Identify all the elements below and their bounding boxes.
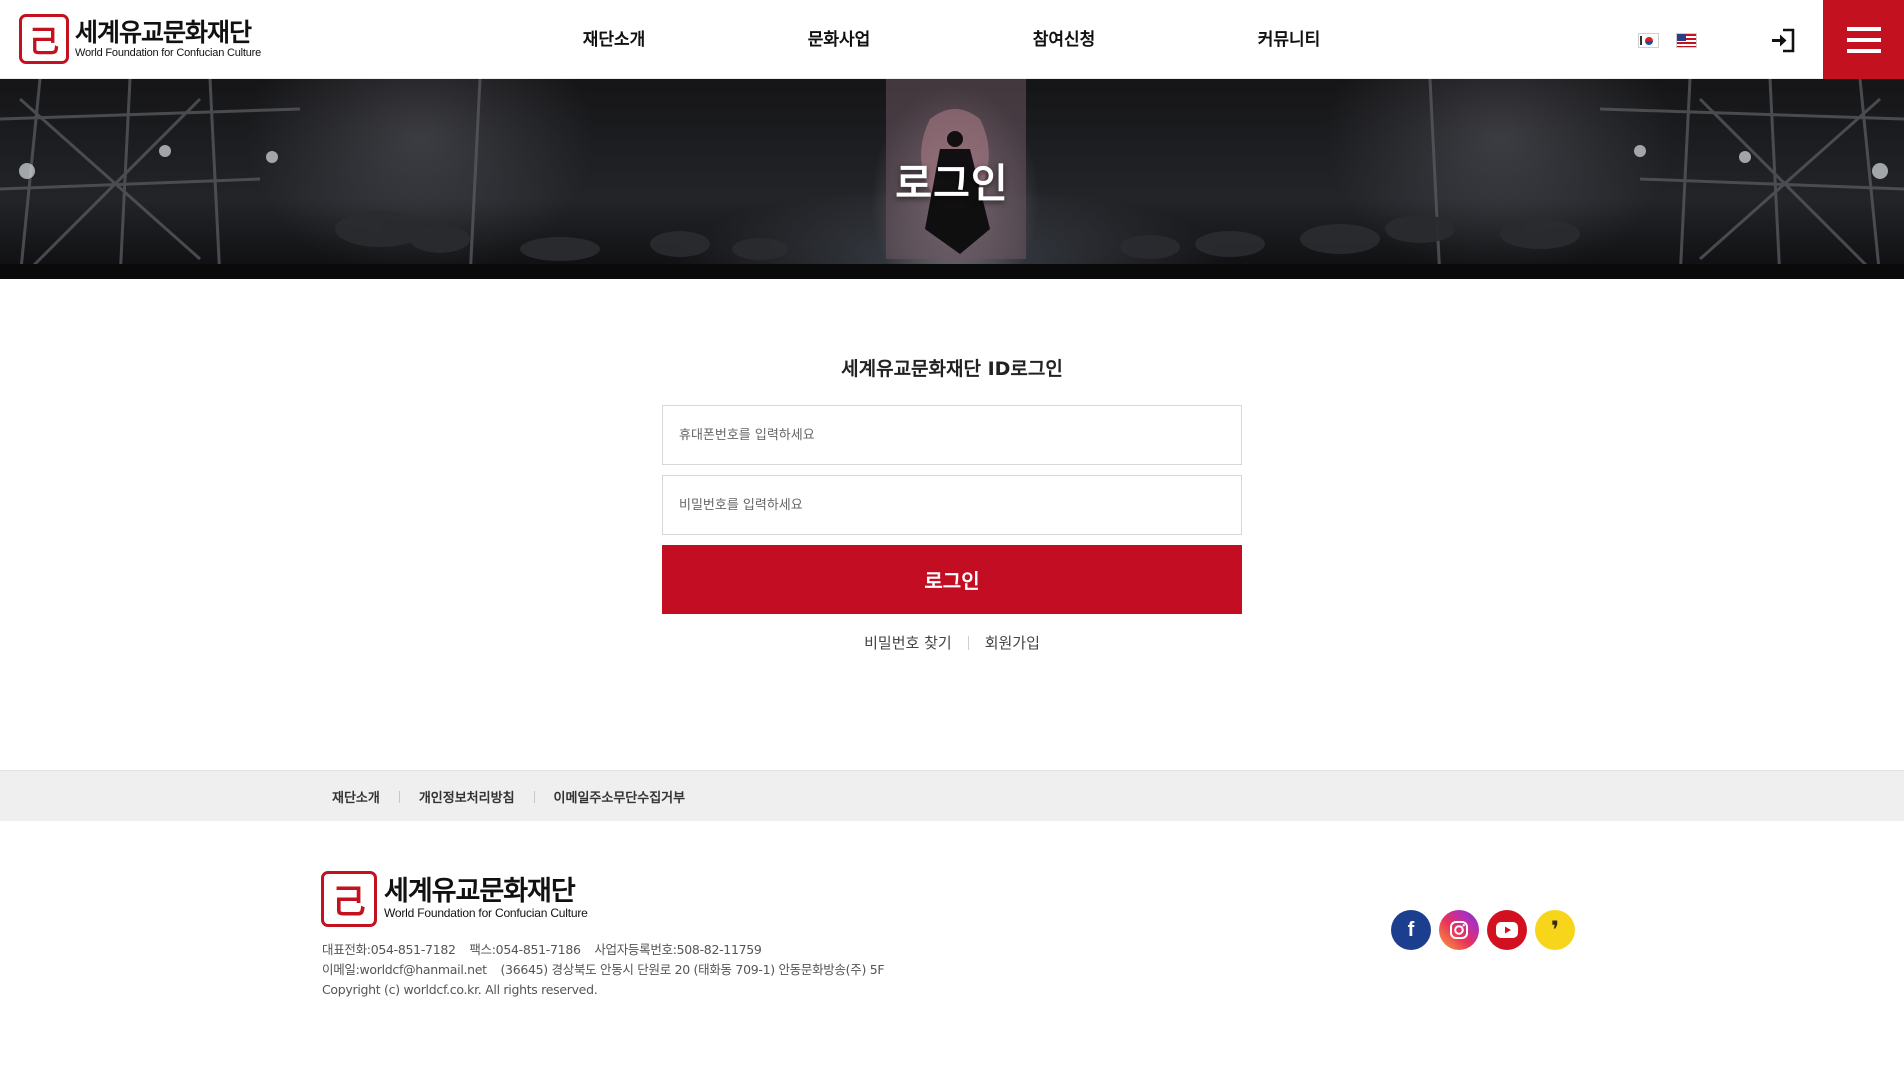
site-header: 己 세계유교문화재단 World Foundation for Confucia…: [0, 0, 1904, 79]
footer-logo-text: 세계유교문화재단 World Foundation for Confucian …: [384, 877, 588, 921]
logo-text: 세계유교문화재단 World Foundation for Confucian …: [75, 19, 261, 60]
hamburger-line: [1847, 49, 1881, 53]
youtube-icon[interactable]: [1487, 910, 1527, 950]
address-text: (36645) 경상북도 안동시 단원로 20 (태화동 709-1) 안동문화…: [500, 962, 885, 977]
footer-logo-name-ko: 세계유교문화재단: [384, 876, 576, 907]
footer-nav-bar: 재단소개 개인정보처리방침 이메일주소무단수집거부: [0, 770, 1904, 821]
hamburger-line: [1847, 27, 1881, 31]
copyright-row: Copyright (c) worldcf.co.kr. All rights …: [322, 980, 894, 1000]
fax-text: 팩스:054-851-7186: [469, 942, 581, 957]
instagram-icon[interactable]: [1439, 910, 1479, 950]
hero-banner: 로그인: [0, 79, 1904, 279]
nav-item-foundation[interactable]: 재단소개: [583, 0, 646, 79]
footer-link-email-refusal[interactable]: 이메일주소무단수집거부: [554, 787, 686, 806]
contact-row: 대표전화:054-851-7182 팩스:054-851-7186 사업자등록번…: [322, 940, 894, 960]
account-links: 비밀번호 찾기 회원가입: [0, 632, 1904, 653]
footer-logo-seal-icon: 己: [321, 871, 377, 927]
link-divider: [967, 635, 969, 650]
page-title: 로그인: [895, 161, 1009, 207]
login-button[interactable]: 로그인: [662, 545, 1242, 614]
nav-item-community[interactable]: 커뮤니티: [1258, 0, 1321, 79]
copyright-text: Copyright (c) worldcf.co.kr. All rights …: [322, 982, 598, 997]
footer-logo: 己 세계유교문화재단 World Foundation for Confucia…: [321, 871, 588, 927]
footer-nav: 재단소개 개인정보처리방침 이메일주소무단수집거부: [332, 771, 685, 822]
password-input[interactable]: [662, 475, 1242, 535]
footer-link-divider: [398, 790, 400, 803]
us-flag-icon[interactable]: [1676, 33, 1697, 48]
footer-link-foundation[interactable]: 재단소개: [332, 787, 380, 806]
signup-link[interactable]: 회원가입: [985, 632, 1040, 653]
kr-flag-icon[interactable]: [1638, 33, 1659, 48]
tel-text: 대표전화:054-851-7182: [322, 942, 456, 957]
sign-in-icon[interactable]: [1770, 28, 1796, 53]
nav-item-culture-projects[interactable]: 문화사업: [808, 0, 871, 79]
find-password-link[interactable]: 비밀번호 찾기: [864, 632, 952, 653]
logo-name-ko: 세계유교문화재단: [75, 17, 252, 47]
site-logo[interactable]: 己 세계유교문화재단 World Foundation for Confucia…: [19, 14, 261, 64]
phone-number-input[interactable]: [662, 405, 1242, 465]
login-form-title: 세계유교문화재단 ID로그인: [841, 358, 1063, 380]
address-row: 이메일:worldcf@hanmail.net (36645) 경상북도 안동시…: [322, 960, 894, 980]
footer-logo-name-en: World Foundation for Confucian Culture: [384, 906, 588, 920]
logo-name-en: World Foundation for Confucian Culture: [75, 46, 262, 59]
facebook-icon[interactable]: f: [1391, 910, 1431, 950]
company-info: 대표전화:054-851-7182 팩스:054-851-7186 사업자등록번…: [322, 940, 894, 1000]
nav-item-participation[interactable]: 참여신청: [1033, 0, 1096, 79]
footer-link-privacy-policy[interactable]: 개인정보처리방침: [419, 787, 515, 806]
kakaostory-icon[interactable]: ❜: [1535, 910, 1575, 950]
business-number-text: 사업자등록번호:508-82-11759: [594, 942, 762, 957]
email-text: 이메일:worldcf@hanmail.net: [322, 962, 487, 977]
logo-seal-icon: 己: [19, 14, 69, 64]
hamburger-menu-button[interactable]: [1823, 0, 1904, 79]
hamburger-line: [1847, 38, 1881, 42]
footer-link-divider: [533, 790, 535, 803]
